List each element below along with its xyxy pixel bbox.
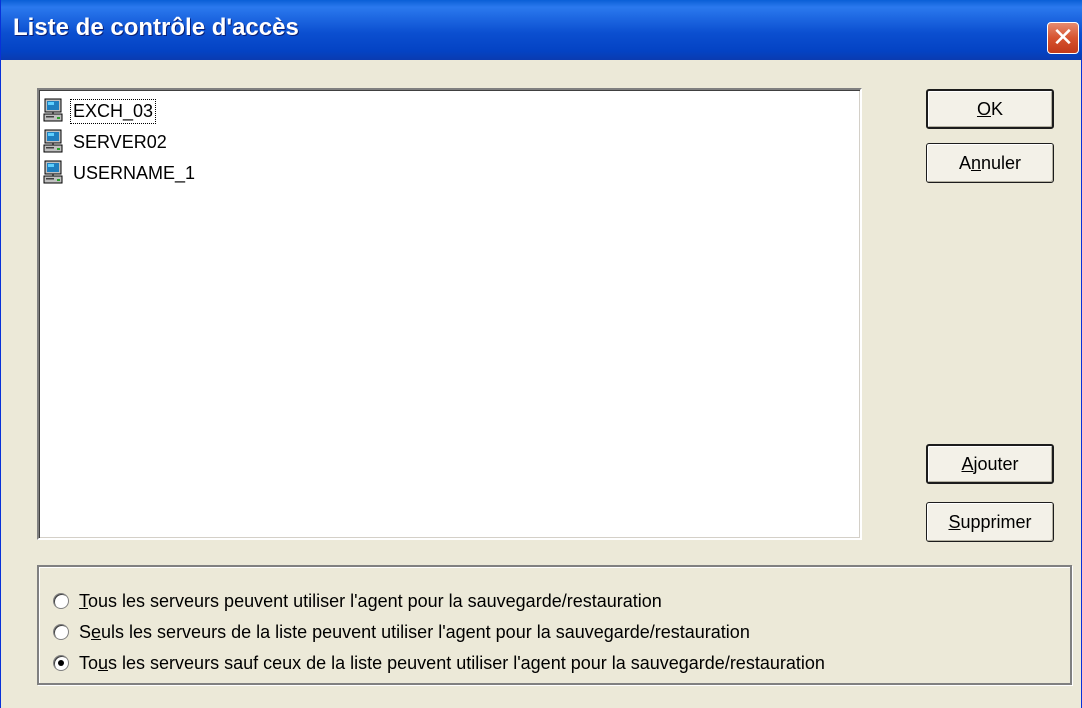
- title-bar[interactable]: Liste de contrôle d'accès ✕: [1, 0, 1082, 60]
- ok-label-rest: K: [991, 98, 1004, 119]
- ok-mnemonic: O: [976, 98, 991, 119]
- option-label: Tous les serveurs peuvent utiliser l'age…: [79, 590, 662, 611]
- computer-icon: [43, 160, 69, 186]
- cancel-label-pre: A: [958, 152, 971, 173]
- close-button[interactable]: ✕: [1047, 22, 1079, 54]
- dialog-title: Liste de contrôle d'accès: [13, 14, 299, 41]
- remove-mnemonic: S: [948, 511, 961, 532]
- list-item[interactable]: USERNAME_1: [43, 158, 197, 188]
- dialog-window: Liste de contrôle d'accès ✕ EXCH_03 SERV…: [0, 0, 1082, 708]
- option-all-servers[interactable]: Tous les serveurs peuvent utiliser l'age…: [53, 588, 662, 614]
- radio-button-selected[interactable]: [53, 655, 69, 671]
- radio-button[interactable]: [53, 593, 69, 609]
- list-item-label: USERNAME_1: [73, 162, 196, 183]
- computer-icon: [43, 129, 69, 155]
- remove-button[interactable]: Supprimer: [926, 502, 1054, 542]
- add-label-rest: jouter: [973, 453, 1019, 474]
- option-label: Tous les serveurs sauf ceux de la liste …: [79, 652, 825, 673]
- close-icon: ✕: [1052, 22, 1074, 52]
- cancel-label-rest: nuler: [981, 152, 1022, 173]
- remove-label-rest: upprimer: [960, 511, 1032, 532]
- option-listed-servers-only[interactable]: Seuls les serveurs de la liste peuvent u…: [53, 619, 750, 645]
- option-label: Seuls les serveurs de la liste peuvent u…: [79, 621, 750, 642]
- add-mnemonic: A: [961, 453, 974, 474]
- radio-button[interactable]: [53, 624, 69, 640]
- list-item[interactable]: EXCH_03: [43, 96, 157, 126]
- add-button[interactable]: Ajouter: [926, 444, 1054, 484]
- option-all-except-listed[interactable]: Tous les serveurs sauf ceux de la liste …: [53, 650, 825, 676]
- computer-icon: [43, 98, 69, 124]
- ok-button[interactable]: OK: [926, 89, 1054, 129]
- server-list[interactable]: EXCH_03 SERVER02 USERNAME_1: [37, 88, 862, 540]
- list-item-label: EXCH_03: [69, 98, 157, 124]
- list-item-label: SERVER02: [73, 131, 167, 152]
- cancel-mnemonic: n: [970, 152, 981, 173]
- list-item[interactable]: SERVER02: [43, 127, 169, 157]
- cancel-button[interactable]: Annuler: [926, 143, 1054, 183]
- access-options-group: Tous les serveurs peuvent utiliser l'age…: [37, 565, 1072, 685]
